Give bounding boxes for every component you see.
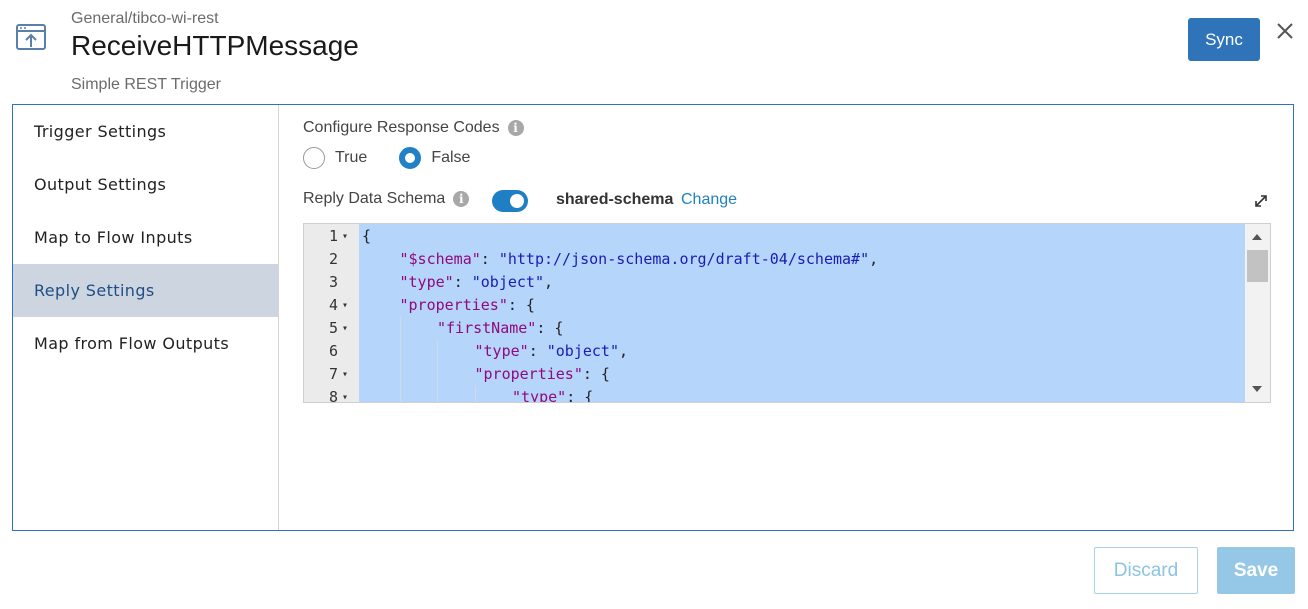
code-line: "properties": { bbox=[475, 363, 610, 386]
json-punct: : bbox=[480, 250, 499, 268]
line-number: 1 bbox=[328, 227, 338, 245]
json-punct: : bbox=[528, 342, 547, 360]
json-key: "properties" bbox=[399, 296, 508, 314]
json-string: "object" bbox=[546, 342, 619, 360]
info-icon[interactable]: i bbox=[507, 120, 524, 136]
indent-guide bbox=[399, 340, 401, 363]
json-key: "$schema" bbox=[399, 250, 481, 268]
json-string: "object" bbox=[471, 273, 544, 291]
indent-guide bbox=[474, 386, 476, 402]
radio-true[interactable] bbox=[303, 147, 325, 169]
fold-toggle-icon[interactable]: ▾ bbox=[342, 363, 354, 386]
toggle-knob bbox=[510, 194, 524, 208]
json-punct: , bbox=[619, 342, 629, 360]
trigger-upload-icon bbox=[16, 24, 46, 52]
line-number: 5 bbox=[328, 319, 338, 337]
radio-true-label[interactable]: True bbox=[335, 149, 367, 167]
json-punct: : { bbox=[536, 319, 564, 337]
indent-guide bbox=[437, 363, 438, 386]
line-number: 2 bbox=[328, 250, 338, 268]
radio-false[interactable] bbox=[399, 147, 422, 169]
sidebar: Trigger Settings Output Settings Map to … bbox=[13, 105, 279, 530]
sidebar-item-label: Map from Flow Outputs bbox=[34, 334, 230, 353]
close-icon[interactable] bbox=[1272, 18, 1298, 44]
json-key: "type" bbox=[399, 273, 454, 291]
discard-button[interactable]: Discard bbox=[1094, 547, 1198, 594]
fold-toggle-icon[interactable]: ▾ bbox=[342, 317, 354, 340]
radio-false-label[interactable]: False bbox=[431, 149, 470, 167]
fold-toggle-icon[interactable]: ▾ bbox=[342, 386, 354, 402]
scroll-down-icon[interactable] bbox=[1252, 386, 1262, 392]
code-line: "firstName": { bbox=[437, 317, 563, 340]
indent-guide bbox=[399, 386, 401, 402]
line-number: 6 bbox=[328, 342, 338, 360]
code-line: "type": { bbox=[512, 386, 594, 403]
sync-button[interactable]: Sync bbox=[1188, 18, 1260, 61]
fold-toggle-icon[interactable]: ▾ bbox=[342, 225, 354, 248]
line-number: 7 bbox=[328, 365, 338, 383]
response-codes-radio-group: True False bbox=[303, 147, 492, 169]
schema-name: shared-schema bbox=[556, 191, 674, 208]
sidebar-item-label: Map to Flow Inputs bbox=[34, 228, 193, 247]
reply-schema-toggle[interactable] bbox=[492, 190, 528, 212]
scroll-up-icon[interactable] bbox=[1252, 234, 1262, 240]
scroll-thumb[interactable] bbox=[1247, 250, 1268, 282]
change-schema-link[interactable]: Change bbox=[681, 191, 737, 209]
info-icon[interactable]: i bbox=[453, 191, 470, 207]
response-codes-label: Configure Response Codes i bbox=[303, 119, 524, 137]
line-number: 8 bbox=[328, 388, 338, 403]
code-line: { bbox=[362, 225, 371, 248]
json-key: "firstName" bbox=[437, 319, 537, 337]
json-key: "type" bbox=[512, 388, 567, 403]
save-button[interactable]: Save bbox=[1217, 547, 1295, 594]
json-key: "properties" bbox=[474, 365, 583, 383]
json-punct: : bbox=[453, 273, 472, 291]
sidebar-item-map-from-flow-outputs[interactable]: Map from Flow Outputs bbox=[13, 317, 278, 370]
json-punct: : { bbox=[507, 296, 535, 314]
sidebar-item-trigger-settings[interactable]: Trigger Settings bbox=[13, 105, 278, 158]
json-punct: { bbox=[362, 227, 372, 245]
line-number: 3 bbox=[328, 273, 338, 291]
fold-toggle-icon[interactable]: ▾ bbox=[342, 294, 354, 317]
json-punct: : { bbox=[566, 388, 594, 403]
response-codes-text: Configure Response Codes bbox=[303, 119, 500, 136]
indent-guide bbox=[437, 386, 438, 402]
sidebar-item-label: Trigger Settings bbox=[34, 122, 167, 141]
schema-code-editor[interactable]: 1 ▾{2 "$schema": "http://json-schema.org/d… bbox=[303, 223, 1271, 403]
sidebar-item-reply-settings[interactable]: Reply Settings bbox=[13, 264, 278, 317]
sidebar-item-label: Output Settings bbox=[34, 175, 167, 194]
breadcrumb: General/tibco-wi-rest bbox=[71, 10, 219, 27]
page-title: ReceiveHTTPMessage bbox=[71, 30, 359, 61]
json-punct: : { bbox=[582, 365, 610, 383]
code-line: "$schema": "http://json-schema.org/draft… bbox=[400, 248, 879, 271]
sidebar-item-output-settings[interactable]: Output Settings bbox=[13, 158, 278, 211]
code-line: "type": "object", bbox=[475, 340, 629, 363]
sidebar-item-label: Reply Settings bbox=[34, 281, 155, 300]
reply-schema-label: Reply Data Schema i bbox=[303, 190, 470, 208]
code-line: "type": "object", bbox=[400, 271, 554, 294]
code-line: "properties": { bbox=[400, 294, 535, 317]
settings-panel: Trigger Settings Output Settings Map to … bbox=[12, 104, 1294, 531]
json-punct: , bbox=[869, 250, 879, 268]
json-punct: , bbox=[544, 273, 554, 291]
page-subtitle: Simple REST Trigger bbox=[71, 76, 221, 93]
indent-guide bbox=[399, 317, 401, 340]
sidebar-item-map-to-flow-inputs[interactable]: Map to Flow Inputs bbox=[13, 211, 278, 264]
line-number: 4 bbox=[328, 296, 338, 314]
json-string: "http://json-schema.org/draft-04/schema#… bbox=[498, 250, 870, 268]
indent-guide bbox=[437, 340, 438, 363]
json-key: "type" bbox=[474, 342, 529, 360]
expand-icon[interactable] bbox=[1253, 193, 1269, 209]
indent-guide bbox=[399, 363, 401, 386]
reply-settings-content: Configure Response Codes i True False Re… bbox=[279, 105, 1293, 530]
editor-scrollbar[interactable] bbox=[1245, 224, 1270, 402]
reply-schema-text: Reply Data Schema bbox=[303, 190, 446, 207]
